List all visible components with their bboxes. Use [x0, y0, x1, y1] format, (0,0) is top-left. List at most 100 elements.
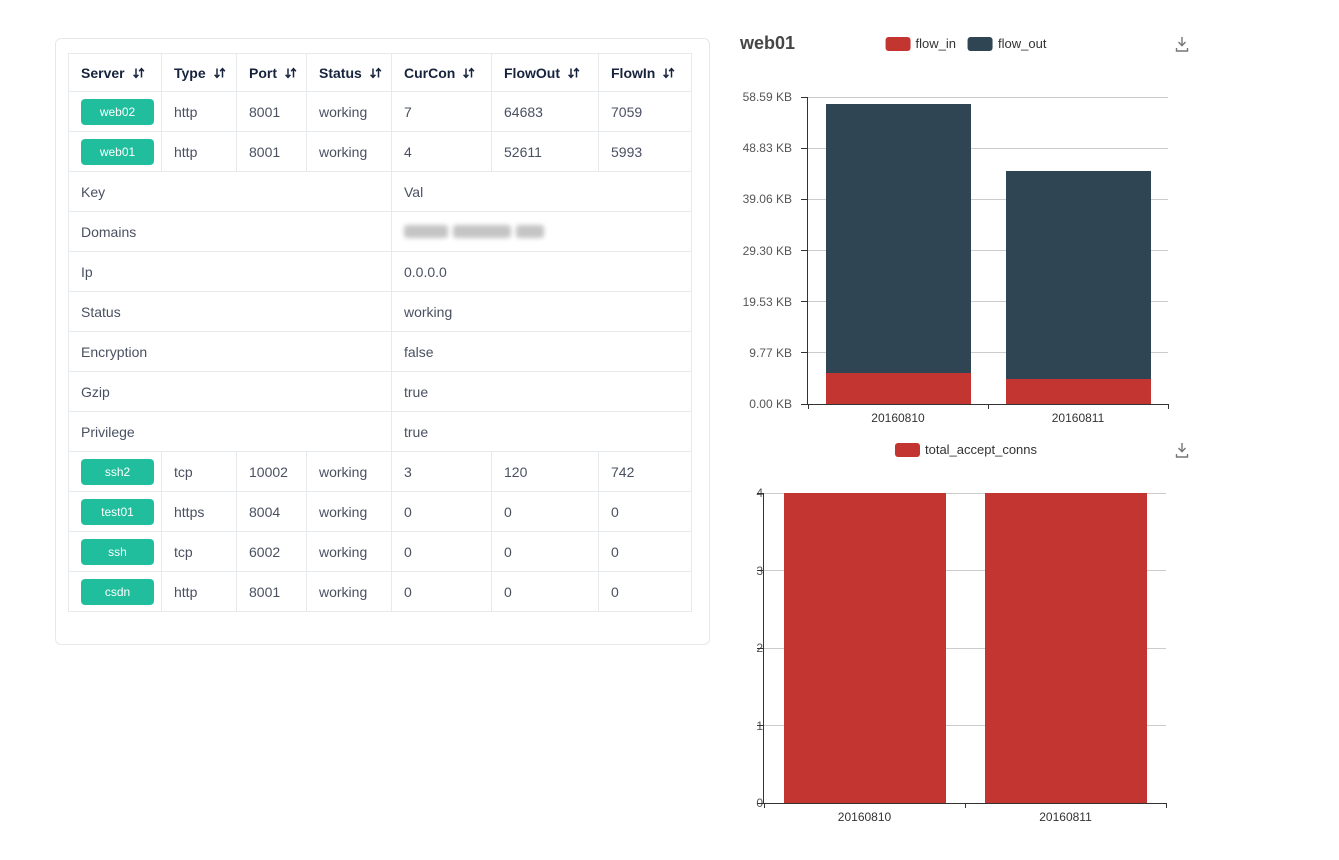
column-header-label: FlowOut	[504, 65, 560, 81]
column-header-server[interactable]: Server	[69, 54, 162, 92]
cell-flowin: 7059	[599, 92, 692, 132]
cell-flowout: 0	[492, 572, 599, 612]
table-row-privilege: Privilegetrue	[69, 412, 692, 452]
x-axis-label-20160810: 20160810	[853, 411, 943, 425]
legend-item-total-accept-conns[interactable]: total_accept_conns	[895, 443, 1037, 457]
y-axis-tick	[757, 493, 763, 494]
column-header-label: FlowIn	[611, 65, 655, 81]
sort-arrows-icon	[462, 67, 475, 79]
y-axis-label: 0.00 KB	[749, 397, 792, 411]
server-table-card: ServerTypePortStatusCurConFlowOutFlowIn …	[55, 38, 710, 645]
cell-flowout: 64683	[492, 92, 599, 132]
y-axis-tick	[757, 803, 763, 804]
sort-arrows-icon	[284, 67, 297, 79]
cell-type: https	[162, 492, 237, 532]
table-row-web02: web02http8001working7646837059	[69, 92, 692, 132]
sort-arrows-icon	[662, 67, 675, 79]
x-axis-tick	[764, 803, 765, 808]
table-row-csdn: csdnhttp8001working000	[69, 572, 692, 612]
legend-item-flow-in[interactable]: flow_in	[886, 37, 956, 51]
y-axis-label: 39.06 KB	[743, 192, 792, 206]
sort-arrows-icon	[132, 67, 145, 79]
cell-flowout: 0	[492, 492, 599, 532]
y-axis-tick	[757, 648, 763, 649]
y-axis-label: 19.53 KB	[743, 295, 792, 309]
flow-in-swatch	[886, 37, 911, 51]
cell-flowin: 5993	[599, 132, 692, 172]
legend-item-flow-out[interactable]: flow_out	[968, 37, 1046, 51]
cell-flowin: 0	[599, 532, 692, 572]
bar-20160810-total_accept_conns	[784, 493, 946, 803]
redacted-blob	[404, 225, 448, 238]
server-button-ssh2[interactable]: ssh2	[81, 459, 154, 485]
column-header-flowout[interactable]: FlowOut	[492, 54, 599, 92]
cell-port: 8001	[237, 92, 307, 132]
save-as-image-icon[interactable]	[1172, 34, 1192, 54]
kv-val-status: working	[392, 292, 692, 332]
cell-type: tcp	[162, 532, 237, 572]
cell-server: web02	[69, 92, 162, 132]
server-button-csdn[interactable]: csdn	[81, 579, 154, 605]
column-header-status[interactable]: Status	[307, 54, 392, 92]
gridline	[808, 97, 1168, 98]
kv-key-domains: Domains	[69, 212, 392, 252]
cell-port: 6002	[237, 532, 307, 572]
server-button-web01[interactable]: web01	[81, 139, 154, 165]
y-axis-tick	[801, 97, 807, 98]
x-axis-label-20160810: 20160810	[820, 810, 910, 824]
table-row-ssh: sshtcp6002working000	[69, 532, 692, 572]
save-as-image-icon[interactable]	[1172, 440, 1192, 460]
y-axis-tick	[801, 404, 807, 405]
column-header-curcon[interactable]: CurCon	[392, 54, 492, 92]
server-button-test01[interactable]: test01	[81, 499, 154, 525]
server-button-ssh[interactable]: ssh	[81, 539, 154, 565]
x-axis-tick	[1168, 404, 1169, 409]
server-table: ServerTypePortStatusCurConFlowOutFlowIn …	[68, 53, 692, 612]
bar-20160811-flow_out	[1006, 171, 1151, 379]
legend-label: total_accept_conns	[925, 443, 1037, 457]
cell-flowout: 120	[492, 452, 599, 492]
cell-status: working	[307, 132, 392, 172]
bar-20160810-flow_out	[826, 104, 971, 373]
kv-key-ip: Ip	[69, 252, 392, 292]
kv-key-privilege: Privilege	[69, 412, 392, 452]
y-axis-label: 48.83 KB	[743, 141, 792, 155]
cell-status: working	[307, 532, 392, 572]
cell-type: tcp	[162, 452, 237, 492]
kv-header-val: Val	[392, 172, 692, 212]
cell-flowout: 0	[492, 532, 599, 572]
redacted-blob	[453, 225, 511, 238]
column-header-port[interactable]: Port	[237, 54, 307, 92]
table-row-key: KeyVal	[69, 172, 692, 212]
x-axis-tick	[965, 803, 966, 808]
cell-curcon: 0	[392, 532, 492, 572]
y-axis-tick	[757, 570, 763, 571]
sort-arrows-icon	[567, 67, 580, 79]
flow-chart: web01 flow_in flow_out 0.00 KB9.77 KB19.…	[714, 31, 1192, 434]
column-header-type[interactable]: Type	[162, 54, 237, 92]
server-button-web02[interactable]: web02	[81, 99, 154, 125]
column-header-label: Status	[319, 65, 362, 81]
table-row-web01: web01http8001working4526115993	[69, 132, 692, 172]
column-header-flowin[interactable]: FlowIn	[599, 54, 692, 92]
cell-curcon: 0	[392, 572, 492, 612]
cell-flowin: 0	[599, 572, 692, 612]
x-axis-label-20160811: 20160811	[1021, 810, 1111, 824]
kv-header-key: Key	[69, 172, 392, 212]
conns-chart-legend: total_accept_conns	[895, 443, 1037, 457]
redacted-blob	[516, 225, 544, 238]
y-axis-label: 9.77 KB	[749, 346, 792, 360]
table-row-domains: Domains	[69, 212, 692, 252]
cell-server: ssh	[69, 532, 162, 572]
cell-port: 10002	[237, 452, 307, 492]
cell-server: csdn	[69, 572, 162, 612]
cell-server: web01	[69, 132, 162, 172]
cell-type: http	[162, 92, 237, 132]
table-row-gzip: Gziptrue	[69, 372, 692, 412]
redacted-value	[404, 225, 679, 238]
total-accept-conns-swatch	[895, 443, 920, 457]
x-axis-tick	[808, 404, 809, 409]
kv-val-gzip: true	[392, 372, 692, 412]
cell-port: 8004	[237, 492, 307, 532]
cell-flowin: 742	[599, 452, 692, 492]
